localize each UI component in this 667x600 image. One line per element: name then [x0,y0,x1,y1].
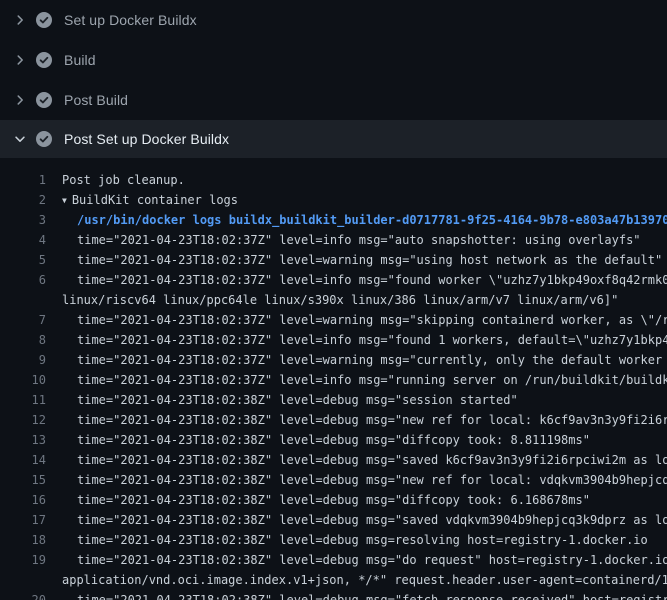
log-line-text: linux/riscv64 linux/ppc64le linux/s390x … [62,290,618,310]
log-line-number[interactable]: 15 [0,470,46,490]
log-line-text: time="2021-04-23T18:02:38Z" level=debug … [77,410,667,430]
log-line-text: time="2021-04-23T18:02:37Z" level=info m… [77,370,667,390]
log-line-text: Post job cleanup. [62,170,185,190]
step-title: Post Set up Docker Buildx [64,131,229,147]
log-line-text: time="2021-04-23T18:02:37Z" level=warnin… [77,310,667,330]
log-line: 1 Post job cleanup. [0,170,667,190]
log-line-text: time="2021-04-23T18:02:38Z" level=debug … [77,450,667,470]
step-header-1[interactable]: Build [0,40,667,80]
chevron-right-icon [13,53,27,67]
log-line-number[interactable]: 7 [0,310,46,330]
log-line-text: time="2021-04-23T18:02:38Z" level=debug … [77,470,667,490]
log-line: 20 time="2021-04-23T18:02:38Z" level=deb… [0,590,667,600]
log-line: 5 time="2021-04-23T18:02:37Z" level=warn… [0,250,667,270]
log-line-text: time="2021-04-23T18:02:37Z" level=info m… [77,230,641,250]
log-line-number[interactable]: 20 [0,590,46,600]
log-line-number[interactable]: 3 [0,210,46,230]
chevron-right-icon [13,93,27,107]
check-circle-icon [36,52,52,68]
chevron-down-icon [13,132,27,146]
log-line-number[interactable]: 17 [0,510,46,530]
log-line-number[interactable]: 12 [0,410,46,430]
log-line-text: application/vnd.oci.image.index.v1+json,… [62,570,667,590]
log-line: 17 time="2021-04-23T18:02:38Z" level=deb… [0,510,667,530]
log-line: 14 time="2021-04-23T18:02:38Z" level=deb… [0,450,667,470]
log-line-number[interactable]: 6 [0,270,46,290]
step-header-2[interactable]: Post Build [0,80,667,120]
step-title: Post Build [64,92,128,108]
log-line-number[interactable]: 2 [0,190,46,210]
log-line-text: time="2021-04-23T18:02:38Z" level=debug … [77,590,667,600]
log-line-number[interactable]: 19 [0,550,46,570]
log-line: 15 time="2021-04-23T18:02:38Z" level=deb… [0,470,667,490]
log-line: 13 time="2021-04-23T18:02:38Z" level=deb… [0,430,667,450]
log-line-text: /usr/bin/docker logs buildx_buildkit_bui… [77,210,667,230]
log-line-number[interactable]: 16 [0,490,46,510]
log-line: 2 ▼BuildKit container logs [0,190,667,210]
log-line-text: time="2021-04-23T18:02:37Z" level=warnin… [77,350,667,370]
log-line: 6 time="2021-04-23T18:02:37Z" level=info… [0,270,667,290]
log-line-number[interactable] [0,290,46,310]
log-line-number[interactable]: 10 [0,370,46,390]
log-line-number[interactable]: 8 [0,330,46,350]
log-line-text: time="2021-04-23T18:02:38Z" level=debug … [77,510,667,530]
log-line: 12 time="2021-04-23T18:02:38Z" level=deb… [0,410,667,430]
log-line-number[interactable]: 4 [0,230,46,250]
group-toggle-icon[interactable]: ▼ [62,191,67,210]
log-line: 16 time="2021-04-23T18:02:38Z" level=deb… [0,490,667,510]
check-circle-icon [36,92,52,108]
log-line-text: time="2021-04-23T18:02:37Z" level=info m… [77,330,667,350]
log-line-text: time="2021-04-23T18:02:37Z" level=warnin… [77,250,662,270]
log-line-number[interactable]: 5 [0,250,46,270]
step-header-0[interactable]: Set up Docker Buildx [0,0,667,40]
step-list: Set up Docker Buildx Build Post Build Po… [0,0,667,158]
log-line-text: time="2021-04-23T18:02:38Z" level=debug … [77,490,590,510]
log-line: 9 time="2021-04-23T18:02:37Z" level=warn… [0,350,667,370]
log-line: 8 time="2021-04-23T18:02:37Z" level=info… [0,330,667,350]
step-title: Set up Docker Buildx [64,12,197,28]
log-line: 4 time="2021-04-23T18:02:37Z" level=info… [0,230,667,250]
log-line: 10 time="2021-04-23T18:02:37Z" level=inf… [0,370,667,390]
log-line: 3 /usr/bin/docker logs buildx_buildkit_b… [0,210,667,230]
log-line-text: time="2021-04-23T18:02:38Z" level=debug … [77,390,518,410]
log-line-number[interactable]: 1 [0,170,46,190]
log-line: linux/riscv64 linux/ppc64le linux/s390x … [0,290,667,310]
log-line: 19 time="2021-04-23T18:02:38Z" level=deb… [0,550,667,570]
log-line: application/vnd.oci.image.index.v1+json,… [0,570,667,590]
log-line-text: time="2021-04-23T18:02:38Z" level=debug … [77,530,648,550]
check-circle-icon [36,12,52,28]
log-output: 1 Post job cleanup. 2 ▼BuildKit containe… [0,158,667,600]
workflow-log-viewer: Set up Docker Buildx Build Post Build Po… [0,0,667,600]
log-line-number[interactable]: 14 [0,450,46,470]
log-line-number[interactable]: 13 [0,430,46,450]
chevron-right-icon [13,13,27,27]
log-line: 7 time="2021-04-23T18:02:37Z" level=warn… [0,310,667,330]
step-title: Build [64,52,96,68]
log-line: 11 time="2021-04-23T18:02:38Z" level=deb… [0,390,667,410]
log-line-number[interactable]: 9 [0,350,46,370]
log-line-number[interactable]: 11 [0,390,46,410]
check-circle-icon [36,131,52,147]
log-group-title[interactable]: ▼BuildKit container logs [62,190,238,210]
log-line-text: time="2021-04-23T18:02:37Z" level=info m… [77,270,667,290]
log-line-text: time="2021-04-23T18:02:38Z" level=debug … [77,430,590,450]
step-header-3[interactable]: Post Set up Docker Buildx [0,120,667,158]
log-line-number[interactable]: 18 [0,530,46,550]
log-line-number[interactable] [0,570,46,590]
log-line-text: time="2021-04-23T18:02:38Z" level=debug … [77,550,667,570]
log-line: 18 time="2021-04-23T18:02:38Z" level=deb… [0,530,667,550]
